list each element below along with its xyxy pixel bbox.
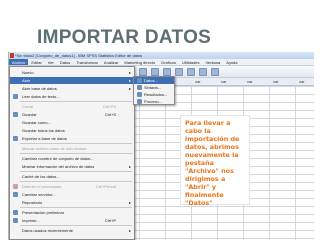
menu-item-guardar[interactable]: Guardar Ctrl+S (10, 111, 134, 118)
menu-item-mostrar-informacion[interactable]: Mostrar información del archivo de datos… (10, 163, 134, 170)
toolbar-chart-icon[interactable] (211, 68, 219, 76)
column-header[interactable]: var (221, 78, 227, 86)
save-icon (13, 112, 18, 117)
menu-ventana[interactable]: Ventana (203, 59, 224, 65)
window-title: *Sin título2 [Conjunto_de_datos1] - IBM … (15, 53, 143, 58)
menu-item-nuevo[interactable]: Nuevo ▸ (10, 69, 134, 76)
menu-marketing-directo[interactable]: Marketing directo (121, 59, 158, 65)
menu-item-presentacion-preliminar[interactable]: Presentación preliminar (10, 209, 134, 216)
menu-item-abrir-base-de-datos[interactable]: Abrir base de datos ▸ (10, 85, 134, 92)
toolbar-grid-icon[interactable] (175, 68, 183, 76)
menu-item-cambiar-nombre-conjunto[interactable]: Cambiar nombre de conjunto de datos... (10, 155, 134, 162)
submenu-arrow-icon: ▸ (128, 78, 131, 83)
column-header[interactable]: var (299, 78, 305, 86)
menu-datos[interactable]: Datos (57, 59, 73, 65)
menu-separator (20, 225, 132, 226)
app-icon (10, 53, 14, 58)
menu-bar: Archivo Editar Ver Datos Transformar Ana… (9, 59, 314, 66)
text-file-icon (13, 94, 18, 99)
column-header[interactable]: var (247, 78, 253, 86)
menu-separator (20, 153, 132, 154)
menu-item-leer-datos-texto[interactable]: Leer datos de texto... (10, 93, 134, 100)
menu-item-imprimir[interactable]: Imprimir... Ctrl+P (10, 217, 134, 224)
menu-separator (20, 101, 132, 102)
submenu-arrow-icon: ▸ (128, 200, 131, 205)
menu-separator (20, 181, 132, 182)
menu-item-cerrar[interactable]: Cerrar Ctrl+F4 (10, 103, 134, 110)
menu-separator (20, 171, 132, 172)
toolbar-goto-icon[interactable] (151, 68, 159, 76)
spss-window-screenshot: *Sin título2 [Conjunto_de_datos1] - IBM … (8, 52, 314, 240)
menu-analizar[interactable]: Analizar (101, 59, 121, 65)
window-titlebar: *Sin título2 [Conjunto_de_datos1] - IBM … (9, 52, 314, 59)
menu-separator (20, 143, 132, 144)
submenu-item-proceso[interactable]: Proceso... (134, 98, 174, 105)
shortcut-label: Ctrl+Period (95, 184, 116, 189)
submenu-item-datos[interactable]: Datos... (134, 77, 174, 84)
menu-utilidades[interactable]: Utilidades (179, 59, 203, 65)
menu-item-datos-usados-recientemente[interactable]: Datos usados recientemente ▸ (10, 227, 134, 234)
instruction-callout: Para llevar a cabo la importación de dat… (180, 115, 250, 207)
menu-ver[interactable]: Ver (45, 59, 57, 65)
syntax-file-icon (137, 85, 142, 90)
submenu-arrow-icon: ▸ (128, 228, 131, 233)
script-file-icon (137, 99, 142, 104)
toolbar-use-sets-icon[interactable] (199, 68, 207, 76)
menu-archivo[interactable]: Archivo (9, 59, 29, 65)
menu-item-detener-procesador[interactable]: Detener el procesador Ctrl+Period (10, 183, 134, 190)
stop-icon (13, 184, 18, 189)
menu-separator (20, 207, 132, 208)
menu-item-guardar-como[interactable]: Guardar como... (10, 119, 134, 126)
file-menu: Nuevo ▸ Abrir ▸ Abrir base de datos ▸ Le… (9, 66, 135, 240)
open-submenu: Datos... Sintaxis... Resultados... Proce… (133, 76, 175, 105)
shortcut-label: Ctrl+P (104, 218, 116, 223)
submenu-item-sintaxis[interactable]: Sintaxis... (134, 84, 174, 91)
menu-graficos[interactable]: Gráficos (158, 59, 179, 65)
server-icon (13, 192, 18, 197)
print-preview-icon (13, 210, 18, 215)
menu-editar[interactable]: Editar (28, 59, 44, 65)
menu-item-cache-datos[interactable]: Caché de los datos... (10, 173, 134, 180)
menu-item-exportar-base-datos[interactable]: Exportar a base de datos (10, 135, 134, 142)
output-file-icon (137, 92, 142, 97)
menu-item-marcar-solo-lectura[interactable]: Marcar archivo como de sólo lectura (10, 145, 134, 152)
menu-item-guardar-todos[interactable]: Guardar todos los datos (10, 127, 134, 134)
toolbar-value-labels-icon[interactable] (187, 68, 195, 76)
shortcut-label: Ctrl+S (104, 112, 116, 117)
slide-title: IMPORTAR DATOS (37, 27, 212, 48)
print-icon (13, 218, 18, 223)
submenu-item-resultados[interactable]: Resultados... (134, 91, 174, 98)
column-header[interactable]: var (195, 78, 201, 86)
shortcut-label: Ctrl+F4 (102, 104, 116, 109)
submenu-arrow-icon: ▸ (128, 70, 131, 75)
menu-item-cambiar-servidor[interactable]: Cambiar servidor... (10, 191, 134, 198)
toolbar-find-icon[interactable] (139, 68, 147, 76)
menu-transformar[interactable]: Transformar (73, 59, 101, 65)
menu-item-repositorio[interactable]: Repositorio ▸ (10, 199, 134, 206)
menu-item-abrir[interactable]: Abrir ▸ (10, 77, 134, 84)
export-icon (13, 136, 18, 141)
submenu-arrow-icon: ▸ (128, 86, 131, 91)
submenu-arrow-icon: ▸ (128, 164, 131, 169)
toolbar-split-icon[interactable] (163, 68, 171, 76)
column-header[interactable]: var (273, 78, 279, 86)
menu-ayuda[interactable]: Ayuda (223, 59, 240, 65)
data-file-icon (137, 78, 142, 83)
